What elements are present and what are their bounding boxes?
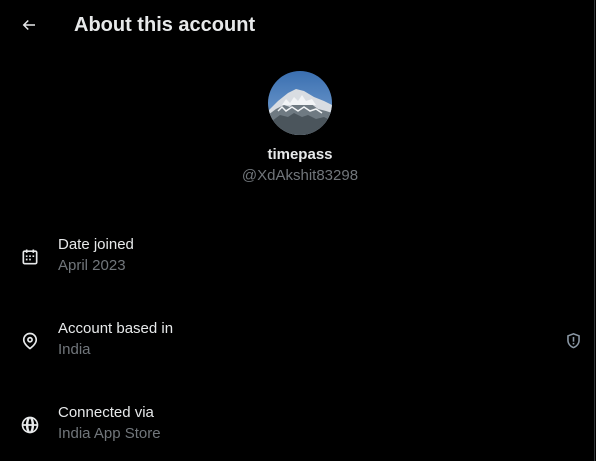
row-value: April 2023 <box>58 257 126 274</box>
row-title: Connected via <box>58 404 154 421</box>
row-account-based-in: Account based in India <box>0 319 595 363</box>
shield-info-icon[interactable] <box>564 331 583 350</box>
back-button[interactable] <box>14 10 44 40</box>
row-title: Date joined <box>58 236 134 253</box>
page-title: About this account <box>74 14 256 36</box>
avatar-image <box>268 71 332 135</box>
row-connected-via: Connected via India App Store <box>0 403 595 447</box>
globe-icon <box>20 415 40 435</box>
avatar[interactable] <box>268 71 332 135</box>
row-date-joined: Date joined April 2023 <box>0 235 595 279</box>
about-account-panel: About this account timepass @XdAkshit832… <box>0 0 595 461</box>
calendar-icon <box>20 247 40 267</box>
row-value: India <box>58 341 91 358</box>
profile-summary: timepass @XdAkshit83298 <box>0 71 596 186</box>
username-handle: @XdAkshit83298 <box>241 167 359 184</box>
location-pin-icon <box>20 331 40 351</box>
display-name: timepass <box>267 146 333 163</box>
arrow-left-icon <box>22 19 35 31</box>
row-value: India App Store <box>58 425 161 442</box>
row-title: Account based in <box>58 320 174 337</box>
